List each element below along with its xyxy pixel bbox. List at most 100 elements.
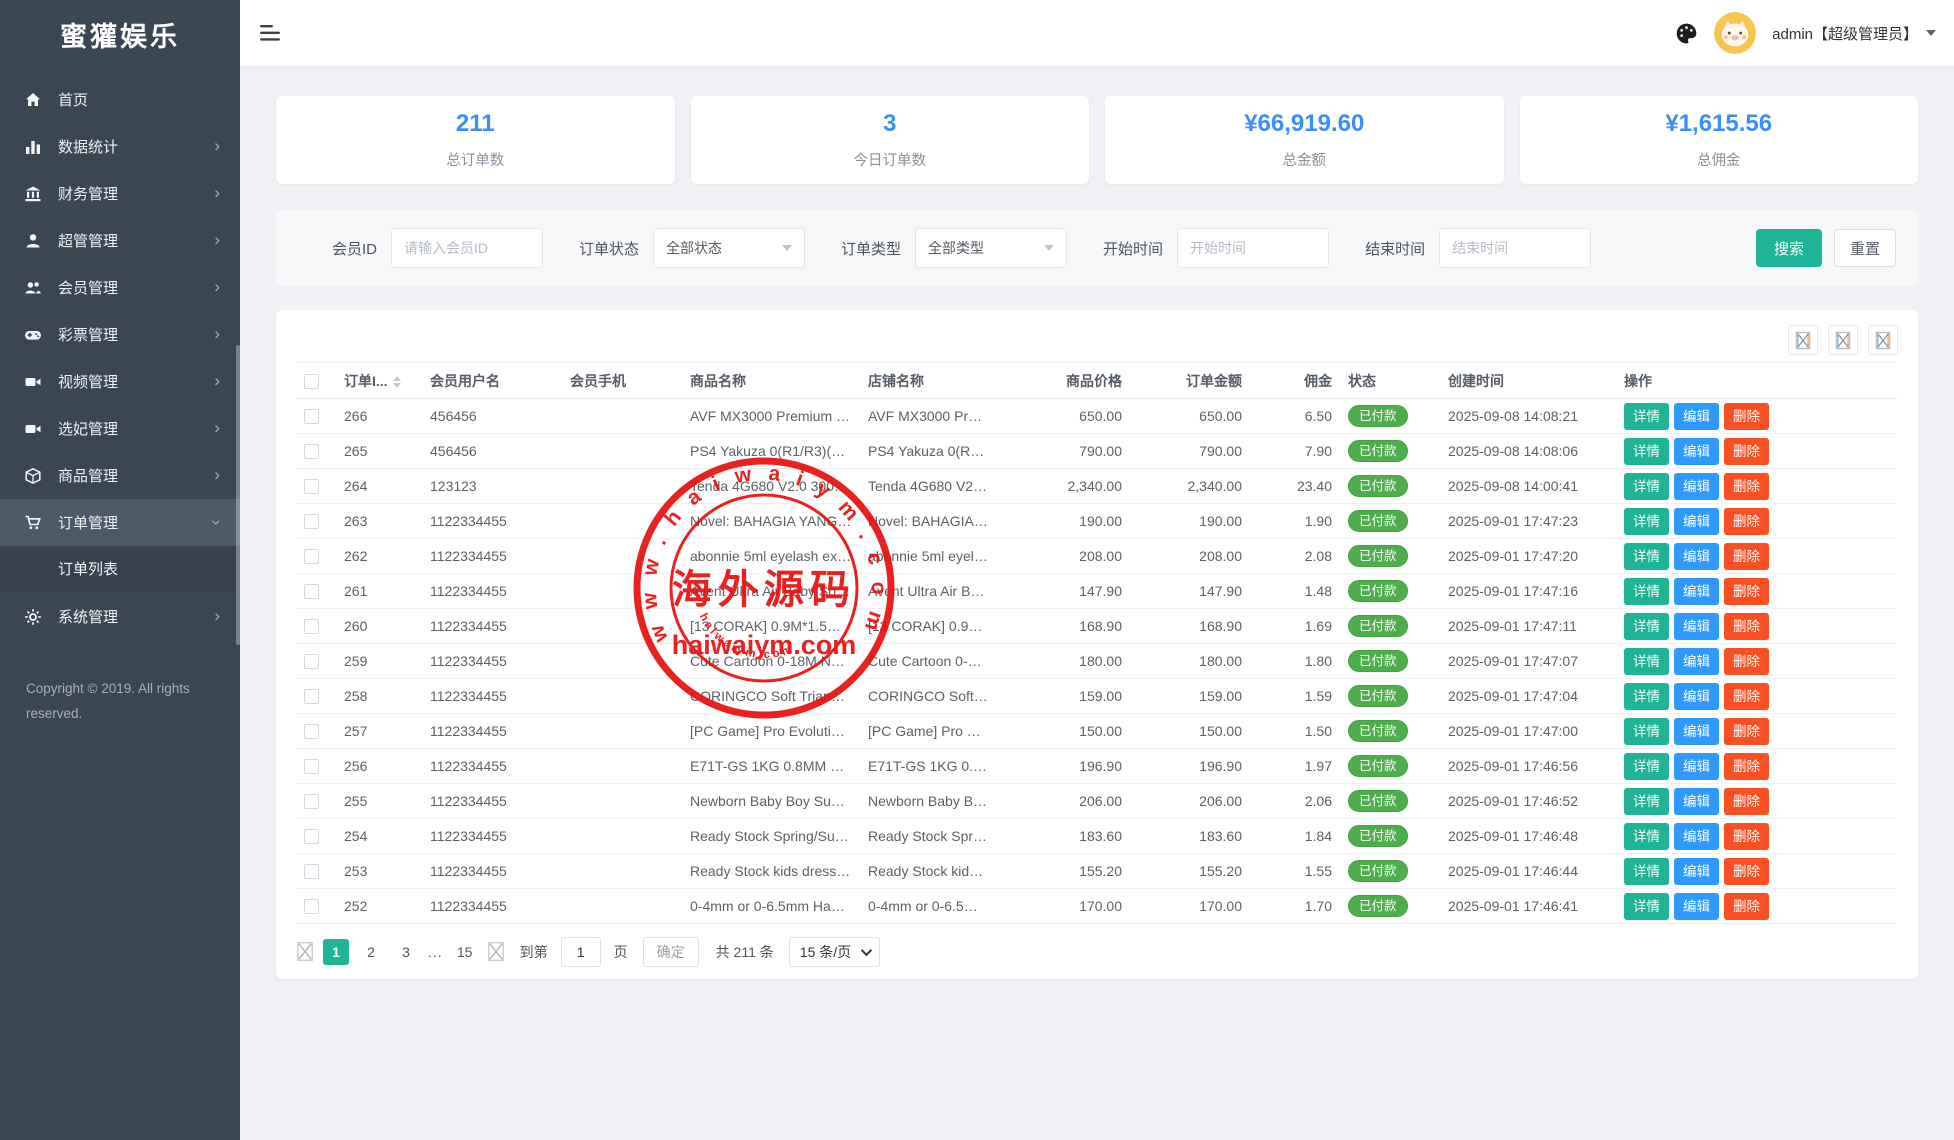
delete-button[interactable]: 删除 xyxy=(1724,508,1769,535)
sidebar-item-首页[interactable]: 首页 xyxy=(0,76,240,123)
row-checkbox[interactable] xyxy=(304,794,319,809)
row-checkbox[interactable] xyxy=(304,759,319,774)
user-avatar[interactable] xyxy=(1714,12,1756,54)
detail-button[interactable]: 详情 xyxy=(1624,753,1669,780)
page-number-15[interactable]: 15 xyxy=(452,939,478,965)
edit-button[interactable]: 编辑 xyxy=(1674,578,1719,605)
sidebar-item-超管管理[interactable]: 超管管理› xyxy=(0,217,240,264)
select-all-checkbox[interactable] xyxy=(304,374,319,389)
theme-palette-icon[interactable] xyxy=(1675,22,1698,45)
page-number-2[interactable]: 2 xyxy=(358,939,384,965)
detail-button[interactable]: 详情 xyxy=(1624,823,1669,850)
detail-button[interactable]: 详情 xyxy=(1624,858,1669,885)
edit-button[interactable]: 编辑 xyxy=(1674,508,1719,535)
sidebar-scrollbar[interactable] xyxy=(236,345,240,645)
edit-button[interactable]: 编辑 xyxy=(1674,543,1719,570)
sidebar-item-财务管理[interactable]: 财务管理› xyxy=(0,170,240,217)
sidebar-item-会员管理[interactable]: 会员管理› xyxy=(0,264,240,311)
column-header-phone: 会员手机 xyxy=(562,363,682,399)
row-checkbox[interactable] xyxy=(304,654,319,669)
next-page-button[interactable] xyxy=(487,941,505,962)
delete-button[interactable]: 删除 xyxy=(1724,823,1769,850)
prev-page-button[interactable] xyxy=(296,941,314,962)
hamburger-menu-icon[interactable] xyxy=(260,24,282,42)
edit-button[interactable]: 编辑 xyxy=(1674,858,1719,885)
row-checkbox[interactable] xyxy=(304,444,319,459)
row-checkbox[interactable] xyxy=(304,899,319,914)
edit-button[interactable]: 编辑 xyxy=(1674,718,1719,745)
detail-button[interactable]: 详情 xyxy=(1624,683,1669,710)
row-checkbox[interactable] xyxy=(304,864,319,879)
row-checkbox[interactable] xyxy=(304,409,319,424)
detail-button[interactable]: 详情 xyxy=(1624,788,1669,815)
sidebar-item-商品管理[interactable]: 商品管理› xyxy=(0,452,240,499)
page-number-3[interactable]: 3 xyxy=(393,939,419,965)
edit-button[interactable]: 编辑 xyxy=(1674,753,1719,780)
sidebar-item-视频管理[interactable]: 视频管理› xyxy=(0,358,240,405)
detail-button[interactable]: 详情 xyxy=(1624,718,1669,745)
delete-button[interactable]: 删除 xyxy=(1724,473,1769,500)
detail-button[interactable]: 详情 xyxy=(1624,613,1669,640)
page-size-select[interactable]: 15 条/页 xyxy=(789,937,880,967)
order-type-select[interactable]: 全部类型 xyxy=(915,228,1067,268)
table-toolbar-button-1[interactable] xyxy=(1788,325,1818,355)
member-id-input[interactable] xyxy=(391,228,543,268)
detail-button[interactable]: 详情 xyxy=(1624,893,1669,920)
sidebar-item-订单管理[interactable]: 订单管理› xyxy=(0,499,240,546)
delete-button[interactable]: 删除 xyxy=(1724,613,1769,640)
delete-button[interactable]: 删除 xyxy=(1724,858,1769,885)
row-checkbox[interactable] xyxy=(304,689,319,704)
edit-button[interactable]: 编辑 xyxy=(1674,648,1719,675)
detail-button[interactable]: 详情 xyxy=(1624,578,1669,605)
delete-button[interactable]: 删除 xyxy=(1724,403,1769,430)
sidebar-subitem-订单列表[interactable]: 订单列表 xyxy=(0,546,240,593)
goto-page-input[interactable] xyxy=(561,937,601,967)
delete-button[interactable]: 删除 xyxy=(1724,438,1769,465)
delete-button[interactable]: 删除 xyxy=(1724,718,1769,745)
row-checkbox[interactable] xyxy=(304,619,319,634)
row-checkbox[interactable] xyxy=(304,724,319,739)
table-toolbar-button-2[interactable] xyxy=(1828,325,1858,355)
delete-button[interactable]: 删除 xyxy=(1724,683,1769,710)
delete-button[interactable]: 删除 xyxy=(1724,893,1769,920)
delete-button[interactable]: 删除 xyxy=(1724,753,1769,780)
edit-button[interactable]: 编辑 xyxy=(1674,403,1719,430)
row-checkbox[interactable] xyxy=(304,829,319,844)
sidebar-item-数据统计[interactable]: 数据统计› xyxy=(0,123,240,170)
reset-button[interactable]: 重置 xyxy=(1834,229,1896,267)
row-checkbox[interactable] xyxy=(304,514,319,529)
edit-button[interactable]: 编辑 xyxy=(1674,683,1719,710)
delete-button[interactable]: 删除 xyxy=(1724,543,1769,570)
goto-confirm-button[interactable]: 确定 xyxy=(643,937,699,967)
edit-button[interactable]: 编辑 xyxy=(1674,788,1719,815)
detail-button[interactable]: 详情 xyxy=(1624,508,1669,535)
edit-button[interactable]: 编辑 xyxy=(1674,613,1719,640)
pagination: 123...15 到第 页 确定 共 211 条 15 条/页 xyxy=(296,924,1898,979)
detail-button[interactable]: 详情 xyxy=(1624,648,1669,675)
edit-button[interactable]: 编辑 xyxy=(1674,823,1719,850)
edit-button[interactable]: 编辑 xyxy=(1674,438,1719,465)
admin-dropdown[interactable]: admin【超级管理员】 xyxy=(1772,23,1936,44)
delete-button[interactable]: 删除 xyxy=(1724,578,1769,605)
delete-button[interactable]: 删除 xyxy=(1724,648,1769,675)
edit-button[interactable]: 编辑 xyxy=(1674,473,1719,500)
edit-button[interactable]: 编辑 xyxy=(1674,893,1719,920)
detail-button[interactable]: 详情 xyxy=(1624,473,1669,500)
search-button[interactable]: 搜索 xyxy=(1756,229,1822,267)
sidebar-item-系统管理[interactable]: 系统管理› xyxy=(0,593,240,640)
detail-button[interactable]: 详情 xyxy=(1624,543,1669,570)
sidebar-item-选妃管理[interactable]: 选妃管理› xyxy=(0,405,240,452)
page-number-1[interactable]: 1 xyxy=(323,939,349,965)
end-time-input[interactable] xyxy=(1439,228,1591,268)
start-time-input[interactable] xyxy=(1177,228,1329,268)
sidebar-item-彩票管理[interactable]: 彩票管理› xyxy=(0,311,240,358)
detail-button[interactable]: 详情 xyxy=(1624,403,1669,430)
row-checkbox[interactable] xyxy=(304,549,319,564)
row-checkbox[interactable] xyxy=(304,584,319,599)
delete-button[interactable]: 删除 xyxy=(1724,788,1769,815)
row-checkbox[interactable] xyxy=(304,479,319,494)
table-toolbar-button-3[interactable] xyxy=(1868,325,1898,355)
detail-button[interactable]: 详情 xyxy=(1624,438,1669,465)
order-status-select[interactable]: 全部状态 xyxy=(653,228,805,268)
sort-icon[interactable] xyxy=(393,376,401,388)
